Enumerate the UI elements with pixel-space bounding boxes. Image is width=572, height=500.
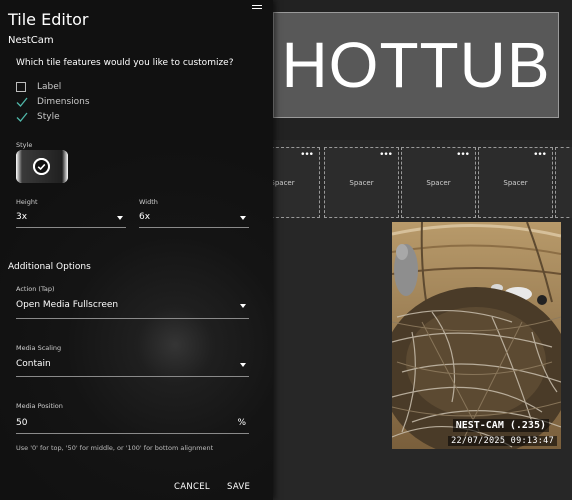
width-label: Width	[139, 198, 158, 206]
feature-option-dimensions[interactable]: Dimensions	[16, 95, 90, 109]
media-scaling-select[interactable]: Contain	[16, 359, 249, 377]
banner-text: HOTTUB	[281, 29, 551, 101]
chevron-down-icon	[117, 216, 123, 220]
height-label: Height	[16, 198, 38, 206]
more-icon[interactable]: •••	[533, 150, 547, 160]
action-select[interactable]: Open Media Fullscreen	[16, 300, 249, 319]
spacer-tile-partial[interactable]	[555, 147, 572, 218]
height-value: 3x	[16, 212, 28, 222]
chevron-down-icon	[240, 363, 246, 367]
action-value: Open Media Fullscreen	[16, 300, 119, 310]
spacer-label: Spacer	[503, 179, 528, 187]
camera-timestamp-overlay: 22/07/2025 09:13:47	[448, 436, 557, 446]
checkbox-unchecked[interactable]	[16, 82, 26, 92]
save-button[interactable]: SAVE	[227, 482, 250, 492]
media-position-value: 50	[16, 418, 28, 428]
tile-editor-panel: Tile Editor NestCam Which tile features …	[0, 0, 273, 500]
more-icon[interactable]: •••	[456, 150, 470, 160]
spacer-label: Spacer	[349, 179, 374, 187]
media-position-helper: Use '0' for top, '50' for middle, or '10…	[16, 444, 214, 452]
height-select[interactable]: 3x	[16, 212, 126, 228]
feature-option-style[interactable]: Style	[16, 110, 60, 124]
feature-label: Dimensions	[37, 97, 90, 107]
menu-icon[interactable]	[252, 5, 262, 11]
feature-label: Style	[37, 112, 60, 122]
action-label: Action (Tap)	[16, 285, 55, 293]
style-swatch-selected[interactable]	[16, 150, 68, 183]
spacer-tile[interactable]: ••• Spacer	[401, 147, 476, 218]
tile-name: NestCam	[8, 35, 54, 46]
width-select[interactable]: 6x	[139, 212, 249, 228]
style-label: Style	[16, 141, 33, 149]
camera-image	[392, 222, 561, 449]
camera-name-overlay: NEST-CAM (.235)	[452, 419, 549, 432]
spacer-label: Spacer	[426, 179, 451, 187]
more-icon[interactable]: •••	[300, 150, 314, 160]
features-question: Which tile features would you like to cu…	[16, 58, 234, 68]
media-scaling-value: Contain	[16, 359, 51, 369]
width-value: 6x	[139, 212, 151, 222]
percent-unit: %	[237, 418, 246, 428]
check-icon[interactable]	[16, 96, 28, 108]
chevron-down-icon	[240, 216, 246, 220]
media-scaling-label: Media Scaling	[16, 344, 62, 352]
feature-option-label[interactable]: Label	[16, 80, 61, 94]
spacer-tile[interactable]: ••• Spacer	[324, 147, 399, 218]
check-icon[interactable]	[16, 111, 28, 123]
hottub-banner-tile[interactable]: HOTTUB	[273, 12, 559, 118]
selected-check-icon	[33, 158, 50, 175]
cancel-button[interactable]: CANCEL	[174, 482, 210, 492]
panel-title: Tile Editor	[8, 10, 89, 29]
more-icon[interactable]: •••	[379, 150, 393, 160]
additional-options-heading: Additional Options	[8, 262, 91, 272]
chevron-down-icon	[240, 304, 246, 308]
nestcam-tile[interactable]: NEST-CAM (.235) 22/07/2025 09:13:47	[392, 222, 561, 449]
media-position-input[interactable]: 50 %	[16, 417, 249, 434]
feature-label: Label	[37, 82, 62, 92]
media-position-label: Media Position	[16, 402, 63, 410]
spacer-tile[interactable]: ••• Spacer	[478, 147, 553, 218]
